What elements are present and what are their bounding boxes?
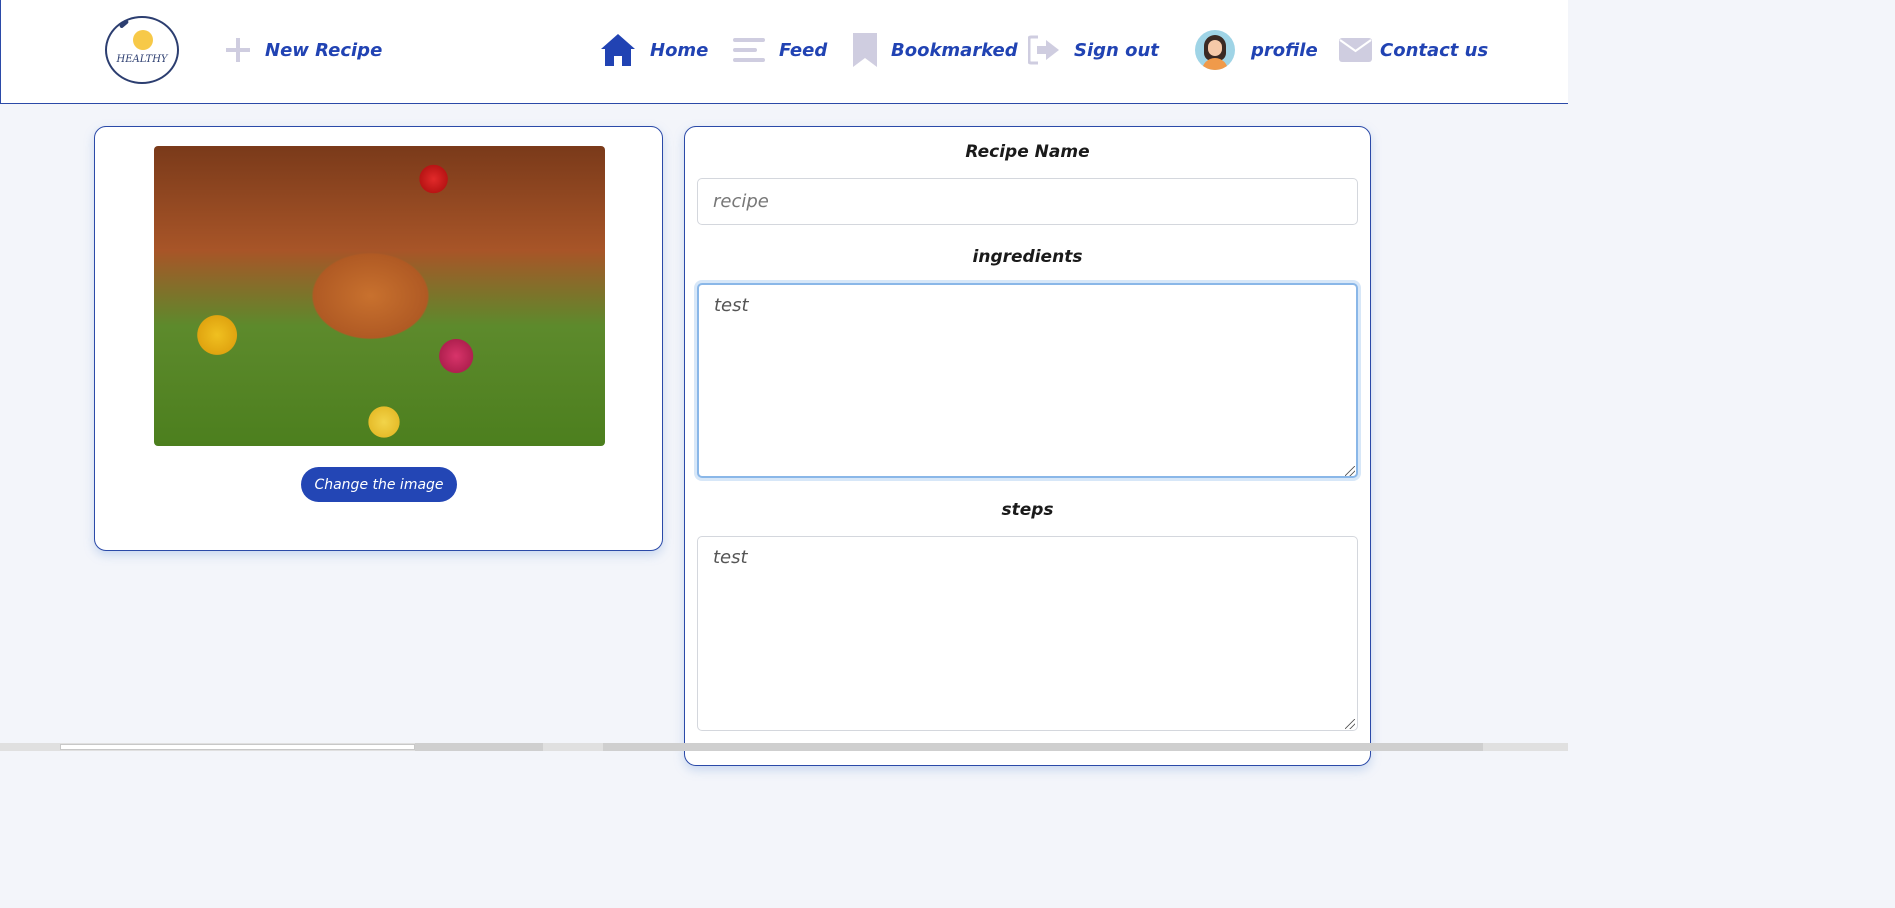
top-navbar: HEALTHY New Recipe Home Feed Bookmarked …: [0, 0, 1568, 104]
avatar: [1195, 30, 1235, 70]
bookmarked-label: Bookmarked: [891, 39, 1018, 61]
sign-out-link[interactable]: Sign out: [1028, 30, 1159, 70]
home-label: Home: [650, 39, 709, 61]
image-card: Change the image: [94, 126, 663, 551]
sign-out-icon: [1028, 35, 1060, 65]
steps-label: steps: [1001, 500, 1054, 520]
menu-lines-icon: [733, 37, 765, 63]
profile-link[interactable]: profile: [1195, 30, 1318, 70]
contact-label: Contact us: [1380, 39, 1489, 61]
new-recipe-link[interactable]: New Recipe: [225, 30, 382, 70]
leaf-icon: [118, 19, 130, 29]
feed-link[interactable]: Feed: [733, 30, 827, 70]
plus-icon: [225, 37, 251, 63]
ingredients-resize-handle[interactable]: [1345, 466, 1355, 476]
profile-label: profile: [1251, 39, 1318, 61]
contact-link[interactable]: Contact us: [1339, 30, 1488, 70]
horizontal-scrollbar[interactable]: [0, 743, 1568, 751]
sign-out-label: Sign out: [1074, 39, 1159, 61]
steps-resize-handle[interactable]: [1345, 719, 1355, 729]
recipe-name-label: Recipe Name: [965, 142, 1090, 162]
new-recipe-label: New Recipe: [265, 39, 383, 61]
feed-label: Feed: [779, 39, 828, 61]
recipe-name-input[interactable]: [697, 178, 1358, 225]
home-link[interactable]: Home: [600, 30, 708, 70]
scrollbar-thumb[interactable]: [60, 744, 415, 750]
recipe-form-card: Recipe Name ingredients test steps test: [684, 126, 1371, 766]
recipe-image: [154, 146, 605, 446]
steps-textarea[interactable]: test: [697, 536, 1358, 731]
healthy-logo[interactable]: HEALTHY: [105, 16, 179, 84]
scrollbar-track-segment: [603, 743, 1483, 751]
bookmark-icon: [853, 33, 877, 67]
home-icon: [600, 33, 636, 67]
lemon-icon: [133, 30, 153, 50]
change-image-button[interactable]: Change the image: [301, 467, 457, 502]
bookmarked-link[interactable]: Bookmarked: [853, 30, 1018, 70]
ingredients-label: ingredients: [972, 247, 1083, 267]
scrollbar-track-segment: [415, 743, 543, 751]
envelope-icon: [1339, 38, 1372, 62]
ingredients-textarea[interactable]: test: [697, 283, 1358, 478]
logo-text: HEALTHY: [116, 54, 168, 65]
